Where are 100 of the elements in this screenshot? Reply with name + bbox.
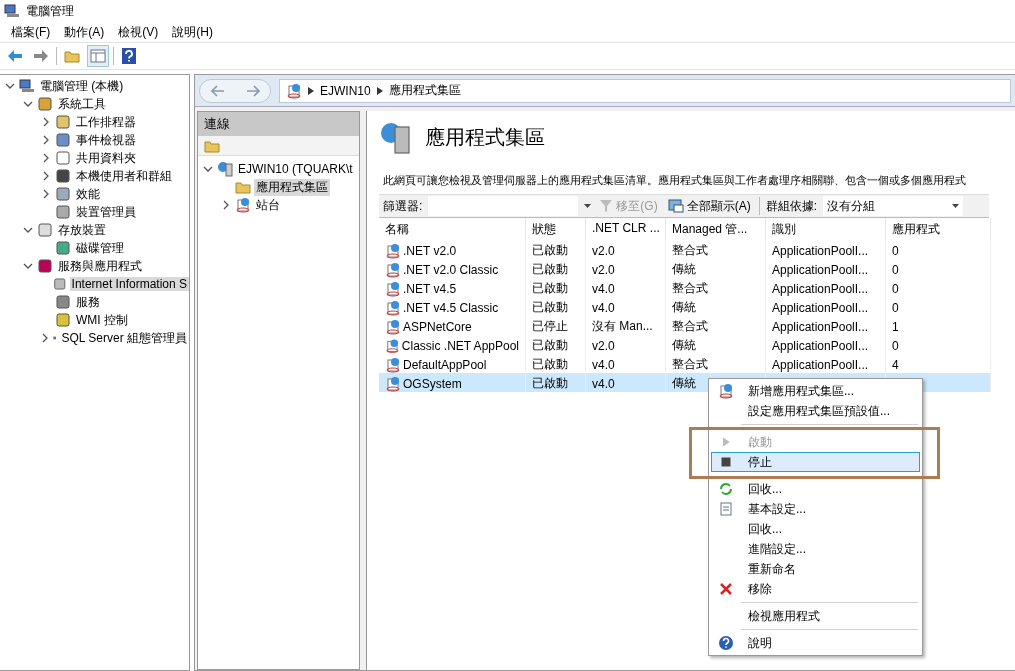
dropdown-arrow-icon[interactable] — [584, 204, 592, 208]
tree-item[interactable]: WMI 控制 — [74, 311, 130, 329]
menu-item[interactable]: 移除 — [711, 579, 920, 599]
table-cell: v4.0 — [592, 357, 615, 372]
table-cell: ApplicationPoolI... — [772, 262, 869, 277]
table-cell: 已停止 — [532, 318, 568, 335]
tree-item[interactable]: 效能 — [74, 185, 102, 203]
column-header[interactable]: 識別 — [766, 218, 886, 240]
play-icon — [720, 436, 732, 448]
table-cell: 已啟動 — [532, 261, 568, 278]
table-row[interactable]: .NET v2.0 Classic 已啟動 v2.0 傳統 ApplicationPoolI... 0 — [379, 259, 991, 278]
menu-item[interactable]: 設定應用程式集區預設值... — [711, 401, 920, 421]
tree-item[interactable]: Internet Information S — [69, 277, 189, 291]
table-cell: 已啟動 — [532, 356, 568, 373]
tree-item[interactable]: 磁碟管理 — [74, 239, 126, 257]
table-cell: 0 — [892, 281, 899, 296]
menu-item[interactable]: 回收... — [711, 479, 920, 499]
breadcrumb-item[interactable]: 應用程式集區 — [388, 82, 461, 99]
tree-item[interactable]: EJWIN10 (TQUARK\t — [236, 162, 355, 176]
computer-icon — [19, 78, 35, 94]
table-cell: ApplicationPoolI... — [772, 243, 869, 258]
menu-bar-item[interactable]: 檢視(V) — [111, 23, 166, 41]
table-cell: .NET v4.5 Classic — [403, 300, 499, 315]
chevron-down-icon[interactable] — [203, 164, 213, 174]
folder-icon — [235, 179, 251, 195]
table-row[interactable]: .NET v2.0 已啟動 v2.0 整合式 ApplicationPoolI... 0 — [379, 240, 991, 259]
table-cell: v4.0 — [592, 300, 615, 315]
console-tree-button[interactable] — [87, 45, 109, 67]
forward-arrow-icon — [33, 49, 49, 63]
table-cell: ApplicationPoolI... — [772, 357, 869, 372]
table-cell: 傳統 — [672, 375, 696, 392]
table-cell: 整合式 — [672, 242, 708, 259]
tree-item[interactable]: 服務 — [74, 293, 102, 311]
menu-bar-item[interactable]: 檔案(F) — [4, 23, 58, 41]
menu-item[interactable]: 檢視應用程式 — [711, 606, 920, 626]
back-arrow-icon[interactable] — [210, 84, 225, 97]
computer-icon — [4, 3, 20, 19]
panel-icon — [90, 48, 106, 64]
tree-item[interactable]: 事件檢視器 — [74, 131, 138, 149]
forward-arrow-icon[interactable] — [245, 84, 260, 97]
table-cell: OGSystem — [403, 376, 462, 391]
close-icon — [718, 581, 734, 597]
tree-item[interactable]: 本機使用者和群組 — [74, 167, 174, 185]
group-by-select[interactable]: 沒有分組 — [823, 196, 963, 216]
tree-item[interactable]: 工作排程器 — [74, 113, 138, 131]
tree-item[interactable]: SQL Server 組態管理員 — [59, 329, 189, 347]
chevron-right-icon[interactable] — [221, 200, 231, 210]
tree-item[interactable]: 電腦管理 (本機) — [38, 77, 126, 95]
filter-label: 篩選器: — [383, 197, 423, 215]
tree-item[interactable]: 共用資料夾 — [74, 149, 138, 167]
column-header[interactable]: 狀態 — [526, 218, 586, 240]
menu-bar-item[interactable]: 動作(A) — [57, 23, 112, 41]
table-cell: Classic .NET AppPool — [401, 338, 519, 353]
table-cell: v4.0 — [592, 281, 615, 296]
table-cell: 已啟動 — [532, 337, 568, 354]
column-header[interactable]: Managed 管... — [666, 218, 766, 240]
chevron-right-icon[interactable] — [40, 333, 50, 343]
filter-field[interactable] — [428, 196, 579, 216]
menu-bar-item[interactable]: 說明(H) — [165, 23, 220, 41]
menu-item[interactable]: 說明 — [711, 633, 920, 653]
table-cell: 已啟動 — [532, 299, 568, 316]
settings-page-icon — [718, 501, 734, 517]
tree-item[interactable]: 應用程式集區 — [254, 178, 330, 196]
tree-item[interactable]: 服務與應用程式 — [56, 257, 144, 275]
column-header[interactable]: 應用程式 — [886, 218, 991, 240]
column-header[interactable]: .NET CLR ... — [586, 218, 666, 240]
breadcrumb-item[interactable]: EJWIN10 — [320, 83, 371, 98]
breadcrumb-field[interactable]: EJWIN10 應用程式集區 — [279, 78, 1011, 103]
table-cell: 4 — [892, 357, 899, 372]
table-cell: 整合式 — [672, 356, 708, 373]
table-cell: v2.0 — [592, 262, 615, 277]
menu-item[interactable]: 回收... — [711, 519, 920, 539]
tree-item[interactable]: 站台 — [254, 196, 282, 214]
app-pool-icon — [235, 197, 251, 213]
app-pool-icon — [385, 337, 400, 354]
server-icon — [217, 161, 233, 177]
show-all-button[interactable]: 全部顯示(A) — [665, 197, 753, 215]
tree-item[interactable]: 系統工具 — [56, 95, 108, 113]
chevron-down-icon[interactable] — [23, 261, 33, 271]
window-title: 電腦管理 — [26, 2, 74, 20]
menu-item[interactable]: 停止 — [711, 452, 920, 472]
table-row[interactable]: Classic .NET AppPool 已啟動 v2.0 傳統 ApplicationPoolI... 0 — [379, 335, 991, 354]
page-description: 此網頁可讓您檢視及管理伺服器上的應用程式集區清單。應用程式集區與工作者處理序相關聯、包含一個或多個應用程式 — [383, 173, 967, 188]
app-pool-icon — [385, 280, 401, 297]
tree-item[interactable]: 存放裝置 — [56, 221, 108, 239]
dropdown-arrow-icon — [952, 204, 959, 208]
group-by-label: 群組依據: — [765, 197, 817, 215]
table-row[interactable]: ASPNetCore 已停止 沒有 Man... 整合式 ApplicationPoolI... 1 — [379, 316, 991, 335]
table-cell: 整合式 — [672, 280, 708, 297]
tree-item[interactable]: 裝置管理員 — [74, 203, 138, 221]
table-row[interactable]: .NET v4.5 已啟動 v4.0 整合式 ApplicationPoolI... 0 — [379, 278, 991, 297]
table-row[interactable]: .NET v4.5 Classic 已啟動 v4.0 傳統 ApplicationPoolI... 0 — [379, 297, 991, 316]
menu-item[interactable]: 進階設定... — [711, 539, 920, 559]
pane-header: 連線 — [198, 112, 359, 136]
chevron-down-icon[interactable] — [23, 225, 33, 235]
menu-item[interactable]: 基本設定... — [711, 499, 920, 519]
menu-item[interactable]: 重新命名 — [711, 559, 920, 579]
column-header[interactable]: 名稱 — [379, 218, 526, 240]
page-title: 應用程式集區 — [425, 124, 545, 150]
triangle-right-icon — [376, 86, 383, 95]
